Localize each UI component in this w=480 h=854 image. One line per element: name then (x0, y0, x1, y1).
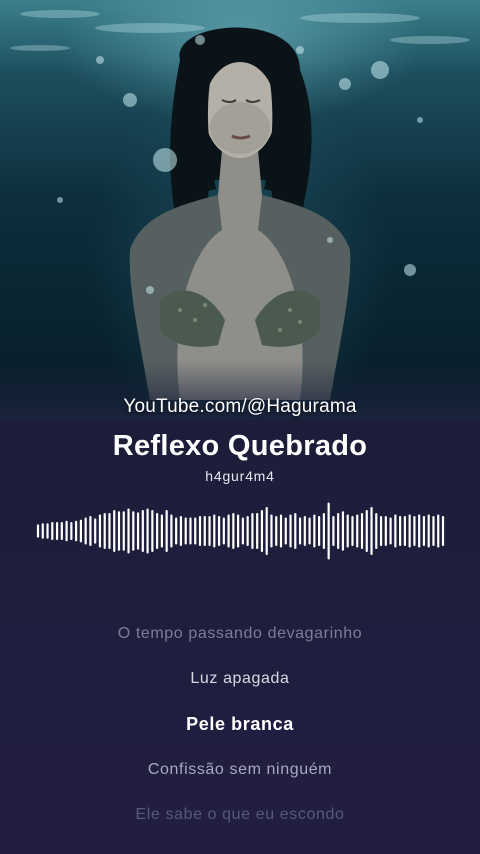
waveform-bar (337, 513, 340, 549)
waveform-bar (203, 516, 206, 546)
waveform-bar (170, 514, 173, 548)
waveform-bar (294, 513, 297, 549)
waveform-bar (370, 507, 373, 555)
waveform-bar (179, 516, 183, 546)
waveform-bar (399, 516, 402, 546)
waveform-bar (132, 511, 135, 551)
waveform-bar (60, 522, 63, 540)
waveform-bar (213, 514, 216, 548)
cover-illustration (10, 10, 470, 400)
waveform-bar (198, 516, 202, 546)
waveform-bar (303, 516, 306, 546)
waveform-bar (89, 516, 92, 546)
waveform-bar (141, 510, 144, 552)
waveform-bar (332, 516, 335, 546)
waveform-bar (432, 516, 435, 546)
waveform-bar (151, 510, 154, 552)
lyric-line: Luz apagada (190, 670, 290, 687)
active-lyric-line: Pele branca (186, 714, 294, 734)
waveform-bar (379, 516, 383, 546)
waveform-bar (256, 513, 259, 549)
waveform-bar (356, 514, 359, 548)
waveform-bar (98, 514, 102, 548)
waveform-bar (418, 514, 421, 548)
waveform-bar (55, 522, 59, 540)
waveform-bar (41, 523, 44, 539)
waveform-bar (122, 511, 125, 551)
waveform-bar (360, 513, 364, 549)
waveform-bar (36, 524, 40, 538)
artist-name: h4gur4m4 (205, 468, 275, 484)
waveform-bar (194, 517, 197, 545)
waveform-bar (313, 514, 316, 548)
waveform-bar (289, 514, 292, 548)
waveform-bar (275, 516, 278, 546)
waveform-bar (389, 517, 392, 545)
waveform-bar (113, 510, 116, 552)
waveform-bar (127, 508, 130, 554)
waveform-bar (156, 513, 159, 549)
waveform-bar (437, 514, 440, 548)
waveform-bar (284, 517, 287, 545)
waveform-bar (246, 516, 249, 546)
channel-watermark: YouTube.com/@Hagurama (123, 396, 357, 417)
waveform-bar (279, 514, 283, 548)
waveform-bar (108, 513, 111, 549)
waveform-bar (184, 517, 187, 545)
waveform-bar (422, 516, 426, 546)
waveform-bar (117, 511, 121, 551)
waveform-bar (222, 517, 225, 545)
waveform-bar (298, 517, 302, 545)
song-title: Reflexo Quebrado (112, 430, 368, 462)
waveform-bar (165, 510, 168, 552)
waveform-bar (365, 510, 368, 552)
waveform-bar (208, 516, 211, 546)
waveform-bar (70, 522, 73, 540)
waveform-bar (241, 517, 244, 545)
waveform-bar (160, 514, 163, 548)
waveform-bar (441, 516, 445, 546)
waveform-bar (217, 516, 221, 546)
waveform-bar (227, 514, 230, 548)
lyric-line: Confissão sem ninguém (147, 761, 333, 778)
waveform-bar (265, 507, 268, 555)
waveform-bar (51, 522, 54, 540)
waveform-bar (427, 514, 430, 548)
lyric-line: O tempo passando devagarinho (117, 625, 363, 642)
lyric-line: Ele sabe o que eu escondo (135, 806, 345, 823)
waveform-bar (384, 516, 387, 546)
waveform-bar (375, 513, 378, 549)
waveform-bar (341, 511, 345, 551)
waveform-bar (237, 514, 240, 548)
waveform-bar (175, 517, 178, 545)
waveform-bar (346, 514, 349, 548)
waveform-bar (136, 512, 140, 550)
audio-waveform (36, 502, 445, 560)
waveform-bar (260, 510, 264, 552)
waveform-bar (146, 508, 149, 554)
waveform-bar (270, 514, 273, 548)
waveform-bar (408, 514, 411, 548)
waveform-bar (327, 502, 330, 560)
waveform-bar (308, 517, 311, 545)
album-cover-art (0, 0, 480, 420)
waveform-bar (394, 514, 397, 548)
player-screen: YouTube.com/@Hagurama Reflexo Quebrado h… (0, 0, 480, 854)
waveform-bar (75, 520, 78, 542)
waveform-bar (94, 518, 97, 544)
waveform-bar (84, 517, 87, 545)
waveform-bar (232, 513, 235, 549)
waveform-bar (189, 517, 192, 545)
waveform-bar (403, 516, 406, 546)
waveform-bar (413, 516, 416, 546)
waveform-bar (322, 513, 325, 549)
waveform-bar (351, 516, 354, 546)
waveform-bar (65, 520, 68, 542)
waveform-bar (103, 513, 106, 549)
waveform-bar (79, 519, 82, 543)
waveform-bar (251, 513, 254, 549)
waveform-bar (46, 523, 49, 539)
waveform-bar (318, 516, 321, 546)
